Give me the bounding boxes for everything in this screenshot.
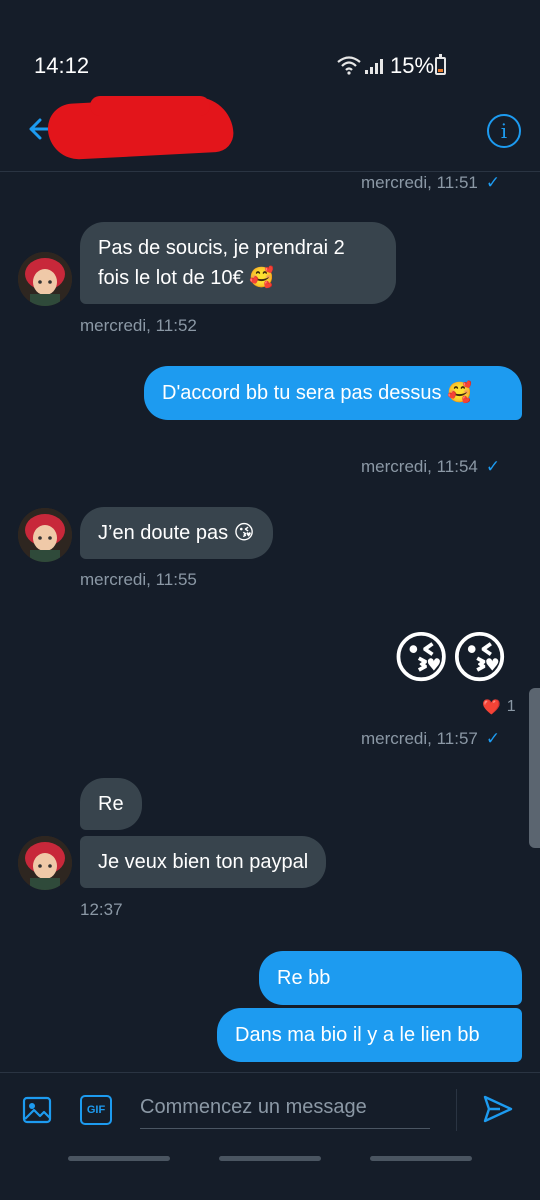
message-emoji-outgoing[interactable]: 😘😘	[392, 628, 509, 688]
signal-icon	[365, 59, 383, 74]
message-bubble-outgoing[interactable]: D'accord bb tu sera pas dessus 🥰	[144, 366, 522, 420]
timestamp-text: mercredi, 11:57	[361, 729, 478, 748]
message-composer: GIF	[0, 1072, 540, 1142]
message-text: J’en doute pas 😘	[98, 522, 255, 544]
system-navigation-bar	[0, 1150, 540, 1200]
message-text: 😘😘	[392, 626, 509, 689]
message-text: Pas de soucis, je prendrai 2 fois le lot…	[98, 237, 345, 289]
divider	[456, 1089, 457, 1131]
avatar[interactable]	[18, 836, 72, 890]
status-bar: 14:12 15%	[0, 0, 540, 90]
reaction-count: 1	[506, 698, 516, 715]
message-timestamp: mercredi, 11:52	[80, 316, 197, 336]
status-time: 14:12	[34, 53, 90, 78]
avatar-image	[18, 252, 72, 306]
message-bubble-incoming[interactable]: Je veux bien ton paypal	[80, 836, 327, 888]
timestamp-text: mercredi, 11:54	[361, 457, 478, 476]
message-text: Dans ma bio il y a le lien bb	[235, 1024, 480, 1046]
message-bubble-incoming[interactable]: J’en doute pas 😘	[80, 507, 273, 559]
battery-percent: 15%	[390, 53, 435, 78]
read-check-icon: ✓	[485, 729, 501, 748]
avatar[interactable]	[18, 508, 72, 562]
heart-icon: ❤️	[482, 699, 501, 716]
image-icon[interactable]	[22, 1095, 52, 1125]
wifi-icon	[337, 56, 361, 75]
timestamp-text: 12:37	[80, 900, 123, 919]
battery-icon	[435, 54, 446, 75]
message-timestamp: mercredi, 11:57 ✓	[361, 729, 500, 749]
message-text: Je veux bien ton paypal	[98, 851, 309, 873]
message-text: Re	[98, 793, 124, 815]
message-bubble-incoming[interactable]: Re	[80, 778, 142, 830]
avatar[interactable]	[18, 252, 72, 306]
message-reaction[interactable]: ❤️ 1	[482, 698, 516, 716]
message-timestamp: 12:37	[80, 900, 123, 920]
timestamp-text: mercredi, 11:55	[80, 570, 197, 589]
message-text: D'accord bb tu sera pas dessus 🥰	[162, 382, 472, 404]
gif-icon[interactable]: GIF	[80, 1095, 112, 1125]
timestamp-text: mercredi, 11:52	[80, 316, 197, 335]
avatar-image	[18, 508, 72, 562]
message-timestamp: mercredi, 11:55	[80, 570, 197, 590]
message-bubble-outgoing[interactable]: Re bb	[259, 951, 522, 1005]
message-bubble-outgoing[interactable]: Dans ma bio il y a le lien bb	[217, 1008, 522, 1062]
timestamp-text: mercredi, 11:51	[361, 173, 478, 192]
nav-home-button[interactable]	[219, 1156, 321, 1161]
message-timestamp: mercredi, 11:54 ✓	[361, 457, 500, 477]
send-icon[interactable]	[482, 1093, 514, 1125]
avatar-image	[18, 836, 72, 890]
scrollbar-handle[interactable]	[529, 688, 540, 848]
redacted-contact-name-extra	[90, 96, 210, 116]
message-text: Re bb	[277, 967, 331, 989]
info-icon[interactable]: i	[487, 114, 521, 148]
nav-recent-button[interactable]	[68, 1156, 170, 1161]
message-timestamp: mercredi, 11:51 ✓	[361, 173, 500, 193]
message-input[interactable]	[140, 1087, 430, 1129]
read-check-icon: ✓	[485, 173, 501, 192]
message-bubble-incoming[interactable]: Pas de soucis, je prendrai 2 fois le lot…	[80, 222, 396, 304]
nav-back-button[interactable]	[370, 1156, 472, 1161]
read-check-icon: ✓	[485, 457, 501, 476]
